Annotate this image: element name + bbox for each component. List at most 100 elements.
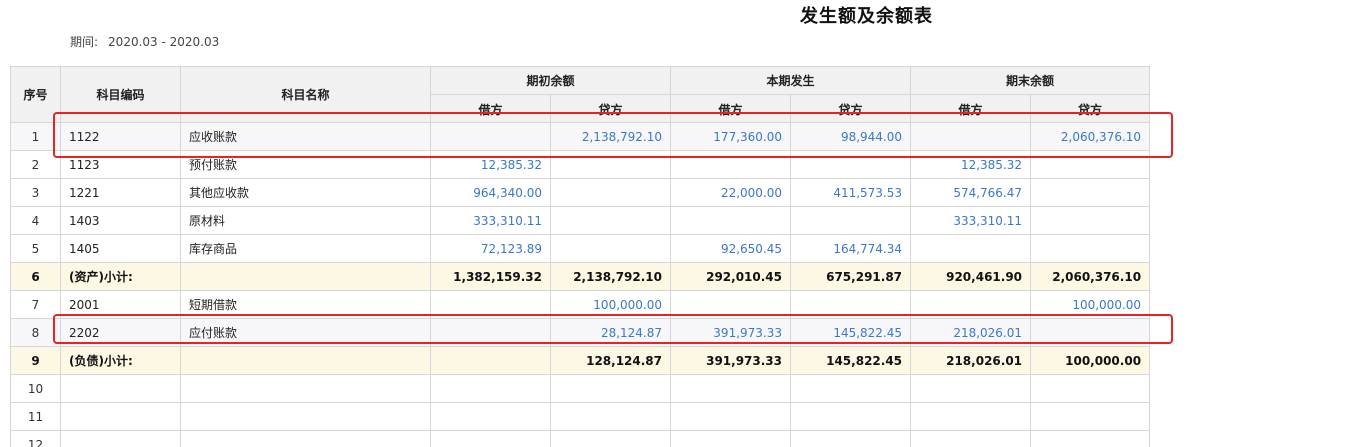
table-row[interactable]: 6 (资产)小计: 1,382,159.32 2,138,792.10 292,010.…	[10, 262, 1151, 291]
cell-closing-credit	[1030, 430, 1151, 447]
cell-current-debit	[670, 150, 792, 179]
header-closing-debit: 借方	[910, 94, 1032, 123]
cell-opening-credit	[549, 206, 672, 235]
cell-current-credit: 145,822.45	[790, 346, 912, 375]
balance-table: 序号 科目编码 科目名称 期初余额 本期发生 期末余额 借方 贷方 借方 贷方 …	[10, 66, 1151, 447]
cell-account-code: 1123	[60, 150, 181, 179]
header-code: 科目编码	[60, 66, 181, 123]
cell-current-credit: 675,291.87	[790, 262, 912, 291]
header-name: 科目名称	[180, 66, 431, 123]
cell-account-name: 应收账款	[180, 122, 431, 151]
table-row[interactable]: 10	[10, 374, 1151, 403]
cell-seq: 6	[10, 262, 61, 291]
header-opening-credit: 贷方	[549, 94, 672, 123]
cell-account-code: (资产)小计:	[60, 262, 181, 291]
period-info: 期间: 2020.03 - 2020.03	[70, 33, 219, 50]
cell-opening-debit: 1,382,159.32	[430, 262, 551, 291]
period-value: 2020.03 - 2020.03	[108, 35, 220, 49]
cell-closing-debit	[910, 430, 1032, 447]
header-current: 本期发生	[670, 66, 912, 95]
cell-current-debit	[670, 206, 792, 235]
cell-account-name: 短期借款	[180, 290, 431, 319]
cell-opening-debit: 333,310.11	[430, 206, 551, 235]
cell-current-debit	[670, 430, 792, 447]
cell-opening-credit	[549, 374, 672, 403]
cell-account-code	[60, 402, 181, 431]
cell-account-code: 1405	[60, 234, 181, 263]
table-row[interactable]: 7 2001 短期借款 100,000.00 100,000.00	[10, 290, 1151, 319]
cell-seq: 1	[10, 122, 61, 151]
cell-closing-debit: 920,461.90	[910, 262, 1032, 291]
cell-account-name	[180, 374, 431, 403]
cell-account-code: (负债)小计:	[60, 346, 181, 375]
header-closing-credit: 贷方	[1030, 94, 1151, 123]
cell-account-code: 1221	[60, 178, 181, 207]
header-current-debit: 借方	[670, 94, 792, 123]
cell-opening-debit: 12,385.32	[430, 150, 551, 179]
header-opening: 期初余额	[429, 66, 672, 95]
table-row[interactable]: 1 1122 应收账款 2,138,792.10 177,360.00 98,944.00…	[10, 122, 1151, 151]
cell-opening-credit: 2,138,792.10	[549, 122, 672, 151]
table-row[interactable]: 11	[10, 402, 1151, 431]
cell-account-name: 预付账款	[180, 150, 431, 179]
report-page: 发生额及余额表 期间: 2020.03 - 2020.03 序号 科目编码 科目名…	[0, 0, 1347, 447]
cell-current-credit: 164,774.34	[790, 234, 912, 263]
cell-opening-debit	[430, 374, 551, 403]
cell-current-credit	[790, 206, 912, 235]
header-current-credit: 贷方	[790, 94, 912, 123]
cell-seq: 7	[10, 290, 61, 319]
cell-opening-credit	[549, 234, 672, 263]
cell-closing-debit: 12,385.32	[910, 150, 1032, 179]
cell-opening-debit	[430, 346, 551, 375]
cell-closing-debit: 218,026.01	[910, 346, 1032, 375]
table-row[interactable]: 9 (负债)小计: 128,124.87 391,973.33 145,822.45 21…	[10, 346, 1151, 375]
report-title: 发生额及余额表	[800, 6, 933, 27]
cell-closing-credit	[1030, 206, 1151, 235]
table-row[interactable]: 4 1403 原材料 333,310.11 333,310.11	[10, 206, 1151, 235]
cell-account-code: 2001	[60, 290, 181, 319]
cell-current-credit	[790, 402, 912, 431]
cell-current-credit: 98,944.00	[790, 122, 912, 151]
cell-closing-credit	[1030, 150, 1151, 179]
cell-opening-debit	[430, 122, 551, 151]
cell-current-credit: 145,822.45	[790, 318, 912, 347]
cell-closing-credit: 100,000.00	[1030, 346, 1151, 375]
cell-account-name	[180, 346, 431, 375]
cell-account-name	[180, 262, 431, 291]
cell-account-name: 其他应收款	[180, 178, 431, 207]
cell-current-debit	[670, 290, 792, 319]
cell-closing-credit	[1030, 374, 1151, 403]
cell-seq: 2	[10, 150, 61, 179]
cell-account-code: 1122	[60, 122, 181, 151]
table-row[interactable]: 2 1123 预付账款 12,385.32 12,385.32	[10, 150, 1151, 179]
table-row[interactable]: 5 1405 库存商品 72,123.89 92,650.45 164,774.34	[10, 234, 1151, 263]
cell-closing-debit	[910, 374, 1032, 403]
cell-opening-credit	[549, 402, 672, 431]
table-row[interactable]: 12	[10, 430, 1151, 447]
cell-seq: 4	[10, 206, 61, 235]
cell-account-name: 应付账款	[180, 318, 431, 347]
cell-current-debit: 92,650.45	[670, 234, 792, 263]
cell-seq: 12	[10, 430, 61, 447]
cell-closing-debit	[910, 402, 1032, 431]
cell-closing-debit	[910, 122, 1032, 151]
cell-account-code	[60, 374, 181, 403]
cell-current-debit: 391,973.33	[670, 346, 792, 375]
cell-current-credit	[790, 290, 912, 319]
cell-current-debit	[670, 374, 792, 403]
cell-opening-debit: 964,340.00	[430, 178, 551, 207]
cell-seq: 10	[10, 374, 61, 403]
cell-opening-credit	[549, 430, 672, 447]
table-row[interactable]: 3 1221 其他应收款 964,340.00 22,000.00 411,573.53 5…	[10, 178, 1151, 207]
header-seq: 序号	[10, 66, 61, 123]
cell-current-debit: 177,360.00	[670, 122, 792, 151]
cell-opening-debit	[430, 318, 551, 347]
cell-seq: 8	[10, 318, 61, 347]
cell-opening-credit: 128,124.87	[549, 346, 672, 375]
cell-opening-debit	[430, 402, 551, 431]
cell-current-debit: 292,010.45	[670, 262, 792, 291]
cell-opening-credit	[549, 150, 672, 179]
table-row[interactable]: 8 2202 应付账款 28,124.87 391,973.33 145,822.45 21…	[10, 318, 1151, 347]
cell-opening-debit	[430, 430, 551, 447]
cell-seq: 11	[10, 402, 61, 431]
